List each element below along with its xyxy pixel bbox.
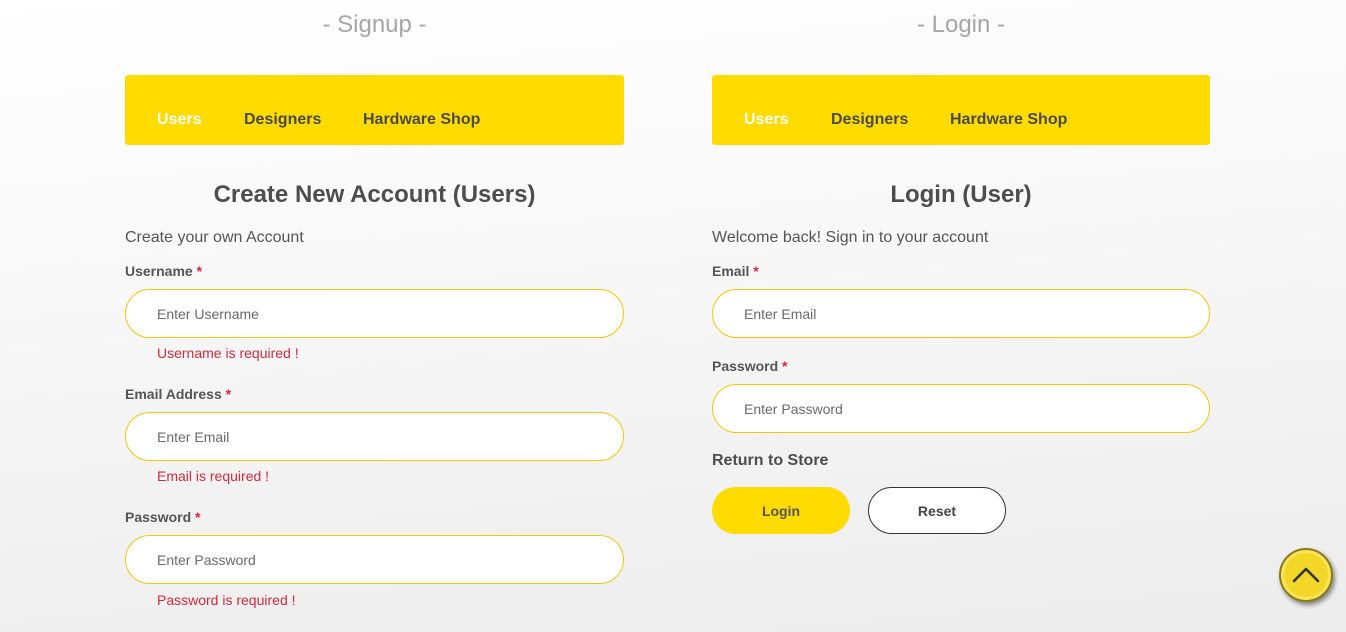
signup-tab-users[interactable]: Users	[157, 111, 201, 129]
login-button[interactable]: Login	[712, 487, 850, 534]
signup-email-error: Email is required !	[157, 468, 270, 484]
login-section-title: - Login -	[916, 11, 1006, 38]
login-tab-designers[interactable]: Designers	[831, 111, 908, 129]
username-label-text: Username	[125, 263, 193, 279]
login-password-label-text: Password	[712, 358, 779, 374]
reset-button[interactable]: Reset	[868, 487, 1006, 534]
chevron-up-icon	[1292, 567, 1320, 583]
login-password-input[interactable]	[712, 384, 1210, 433]
login-email-label: Email *	[712, 263, 759, 279]
signup-email-label: Email Address *	[125, 386, 231, 402]
signup-email-input[interactable]	[125, 412, 624, 461]
required-mark: *	[782, 358, 788, 374]
login-account-type-tabs: Users Designers Hardware Shop	[712, 75, 1210, 145]
required-mark: *	[753, 263, 759, 279]
signup-email-label-text: Email Address	[125, 386, 222, 402]
scroll-to-top-button[interactable]	[1279, 548, 1333, 602]
login-password-label: Password *	[712, 358, 787, 374]
signup-password-input[interactable]	[125, 535, 624, 584]
signup-tab-hardware-shop[interactable]: Hardware Shop	[363, 111, 480, 129]
login-tab-users[interactable]: Users	[744, 111, 788, 129]
required-mark: *	[196, 263, 203, 279]
signup-account-type-tabs: Users Designers Hardware Shop	[125, 75, 624, 145]
signup-password-label: Password *	[125, 509, 200, 525]
signup-password-label-text: Password	[125, 509, 192, 525]
signup-password-error: Password is required !	[157, 592, 296, 608]
signup-form-title: Create New Account (Users)	[213, 181, 536, 208]
signup-tab-designers[interactable]: Designers	[244, 111, 321, 129]
login-form-title: Login (User)	[890, 181, 1032, 208]
required-mark: *	[225, 386, 232, 402]
username-label: Username *	[125, 263, 202, 279]
username-error: Username is required !	[157, 345, 299, 361]
signup-section-title: - Signup -	[322, 11, 427, 38]
login-email-label-text: Email	[712, 263, 750, 279]
login-form-subtitle: Welcome back! Sign in to your account	[712, 229, 989, 246]
return-to-store-link[interactable]: Return to Store	[712, 452, 828, 470]
login-tab-hardware-shop[interactable]: Hardware Shop	[950, 111, 1067, 129]
login-email-input[interactable]	[712, 289, 1210, 338]
username-input[interactable]	[125, 289, 624, 338]
signup-form-subtitle: Create your own Account	[125, 229, 304, 246]
required-mark: *	[195, 509, 201, 525]
